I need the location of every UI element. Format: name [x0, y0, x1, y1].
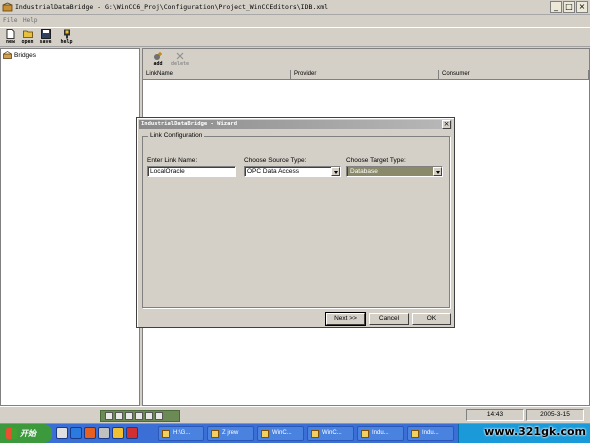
- cancel-button[interactable]: Cancel: [369, 313, 409, 325]
- new-button[interactable]: new: [2, 29, 19, 47]
- task-button-1[interactable]: H:\G...: [158, 426, 204, 441]
- ime-icon-2[interactable]: [115, 412, 123, 420]
- wizard-dialog: IndustrialDataBridge - Wizard × Link Con…: [136, 117, 455, 328]
- folder-icon: [162, 430, 170, 438]
- save-button[interactable]: save: [37, 29, 54, 47]
- task-button-4[interactable]: WinC...: [307, 426, 354, 441]
- app-icon: [261, 430, 269, 438]
- link-name-label: Enter Link Name:: [147, 157, 198, 164]
- menu-help[interactable]: Help: [23, 17, 37, 24]
- ok-button[interactable]: OK: [412, 313, 451, 325]
- next-button[interactable]: Next >>: [325, 312, 366, 326]
- link-name-input[interactable]: LocalOracle: [147, 166, 236, 177]
- maximize-button[interactable]: □: [563, 1, 575, 13]
- quick-launch: [56, 427, 138, 439]
- ime-icon-6[interactable]: [155, 412, 163, 420]
- main-toolbar: new open save help: [0, 27, 590, 47]
- add-icon: [153, 52, 162, 60]
- column-header-provider[interactable]: Provider: [291, 70, 439, 80]
- quicklaunch-icon-5[interactable]: [112, 427, 124, 439]
- source-type-select[interactable]: OPC Data Access: [244, 166, 341, 177]
- group-title: Link Configuration: [148, 132, 205, 139]
- source-type-value: OPC Data Access: [247, 168, 300, 175]
- quicklaunch-icon-2[interactable]: [70, 427, 82, 439]
- bridges-tree[interactable]: Bridges: [0, 48, 140, 406]
- column-header-linkname[interactable]: LinkName: [143, 70, 291, 80]
- target-type-label: Choose Target Type:: [346, 157, 406, 164]
- help-icon: [63, 29, 70, 39]
- app-icon: [311, 430, 319, 438]
- watermark-text: www.321gk.com: [484, 425, 586, 438]
- windows-logo-icon: [6, 428, 17, 439]
- delete-x-icon: [176, 52, 184, 60]
- quicklaunch-icon-3[interactable]: [84, 427, 96, 439]
- ime-icon-3[interactable]: [125, 412, 133, 420]
- menu-file[interactable]: File: [3, 17, 17, 24]
- task-button-3[interactable]: WinC...: [257, 426, 304, 441]
- dialog-title: IndustrialDataBridge - Wizard: [141, 121, 238, 127]
- target-type-value: Database: [348, 167, 434, 176]
- app-icon: [361, 430, 369, 438]
- window-title: IndustrialDataBridge - G:\WinCC6_Proj\Co…: [15, 3, 329, 11]
- column-header-consumer[interactable]: Consumer: [439, 70, 589, 80]
- task-button-5[interactable]: Indu...: [357, 426, 404, 441]
- new-file-icon: [6, 29, 15, 39]
- ime-toolbar: [100, 410, 180, 422]
- tree-item-label: Bridges: [14, 51, 37, 59]
- links-table-header: LinkName Provider Consumer: [143, 70, 589, 80]
- system-tray: www.321gk.com: [458, 424, 590, 443]
- app-icon: [2, 2, 13, 12]
- task-button-6[interactable]: Indu...: [407, 426, 454, 441]
- quicklaunch-icon-4[interactable]: [98, 427, 110, 439]
- app-icon: [411, 430, 419, 438]
- add-button[interactable]: add: [147, 51, 169, 67]
- start-label: 开始: [20, 429, 36, 438]
- ime-icon-4[interactable]: [135, 412, 143, 420]
- quicklaunch-icon-1[interactable]: [56, 427, 68, 439]
- target-type-select[interactable]: Database: [346, 166, 443, 177]
- tree-item-bridges[interactable]: Bridges: [3, 51, 36, 59]
- link-configuration-group: Link Configuration Enter Link Name: Loca…: [142, 132, 450, 308]
- app-titlebar[interactable]: IndustrialDataBridge - G:\WinCC6_Proj\Co…: [0, 0, 590, 15]
- help-button[interactable]: help: [58, 29, 75, 47]
- status-time: 14:43: [466, 409, 524, 421]
- statusbar: 14:43 2005-3-15: [0, 406, 590, 422]
- delete-button[interactable]: delete: [169, 51, 191, 67]
- quicklaunch-icon-6[interactable]: [126, 427, 138, 439]
- minimize-button[interactable]: _: [550, 1, 562, 13]
- links-toolbar: add delete: [143, 49, 589, 70]
- start-button[interactable]: 开始: [0, 424, 52, 443]
- app-icon: [211, 430, 219, 438]
- open-folder-icon: [22, 30, 33, 38]
- menubar: File Help: [0, 16, 590, 27]
- dialog-titlebar[interactable]: IndustrialDataBridge - Wizard ×: [139, 120, 452, 129]
- ime-icon-1[interactable]: [105, 412, 113, 420]
- open-button[interactable]: open: [19, 29, 36, 47]
- windows-taskbar: 开始 H:\G... Z jrew WinC... WinC... Indu..…: [0, 423, 590, 443]
- chevron-down-icon[interactable]: [331, 167, 340, 176]
- save-disk-icon: [40, 29, 51, 39]
- task-button-2[interactable]: Z jrew: [207, 426, 254, 441]
- close-button[interactable]: ×: [576, 1, 588, 13]
- status-date: 2005-3-15: [526, 409, 584, 421]
- bridges-icon: [3, 51, 12, 59]
- ime-icon-5[interactable]: [145, 412, 153, 420]
- chevron-down-icon[interactable]: [433, 167, 442, 176]
- source-type-label: Choose Source Type:: [244, 157, 307, 164]
- dialog-close-button[interactable]: ×: [442, 120, 451, 129]
